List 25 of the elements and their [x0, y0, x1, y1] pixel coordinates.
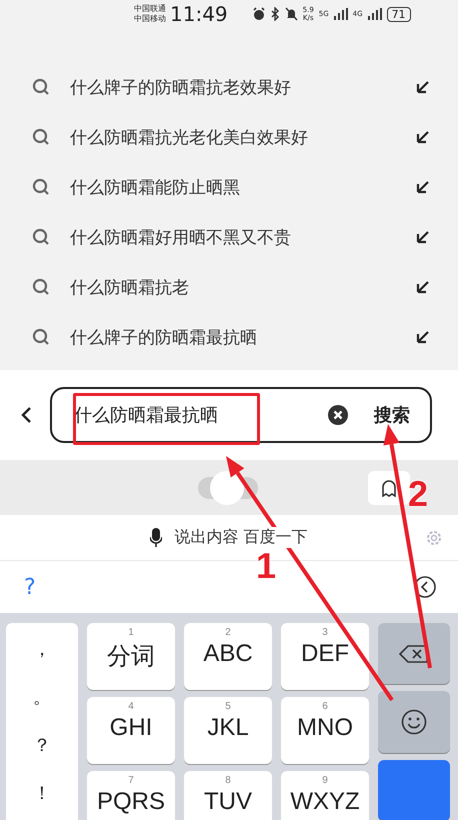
- suggestion-text[interactable]: 什么牌子的防晒霜抗老效果好: [70, 76, 396, 98]
- keyboard-key[interactable]: 4 GHI: [87, 697, 175, 764]
- suggestion-text[interactable]: 什么防晒霜能防止晒黑: [70, 176, 396, 198]
- suggestion-text[interactable]: 什么牌子的防晒霜最抗晒: [70, 326, 396, 348]
- battery-level: 71: [386, 6, 411, 22]
- search-button[interactable]: 搜索: [358, 403, 416, 427]
- carrier-names: 中国联通 中国移动: [134, 4, 166, 24]
- keyboard-key[interactable]: 5 JKL: [184, 697, 272, 764]
- suggestion-text[interactable]: 什么防晒霜好用晒不黑又不贵: [70, 226, 396, 248]
- search-field[interactable]: 什么防晒霜最抗晒 搜索: [50, 387, 432, 443]
- candidate-text[interactable]: ?: [24, 574, 36, 600]
- annotation-number: 2: [408, 476, 428, 512]
- keyboard-key[interactable]: 3 DEF: [281, 623, 369, 690]
- suggestion-text[interactable]: 什么防晒霜抗老: [70, 276, 396, 298]
- keyboard-key[interactable]: 1 分词: [87, 623, 175, 690]
- annotation-number: 1: [256, 548, 276, 584]
- clock-time: 11:49: [170, 2, 228, 26]
- voice-prompt[interactable]: 说出内容 百度一下: [174, 527, 308, 548]
- suggestion-text[interactable]: 什么防晒霜抗光老化美白效果好: [70, 126, 396, 148]
- keyboard-key[interactable]: 9 WXYZ: [281, 771, 369, 820]
- keyboard-key[interactable]: 7 PQRS: [87, 771, 175, 820]
- keyboard-key[interactable]: 2 ABC: [184, 623, 272, 690]
- keyboard-key[interactable]: 8 TUV: [184, 771, 272, 820]
- keyboard-key[interactable]: 6 MNO: [281, 697, 369, 764]
- punctuation-key[interactable]: ， 。 ？ ！: [6, 623, 78, 820]
